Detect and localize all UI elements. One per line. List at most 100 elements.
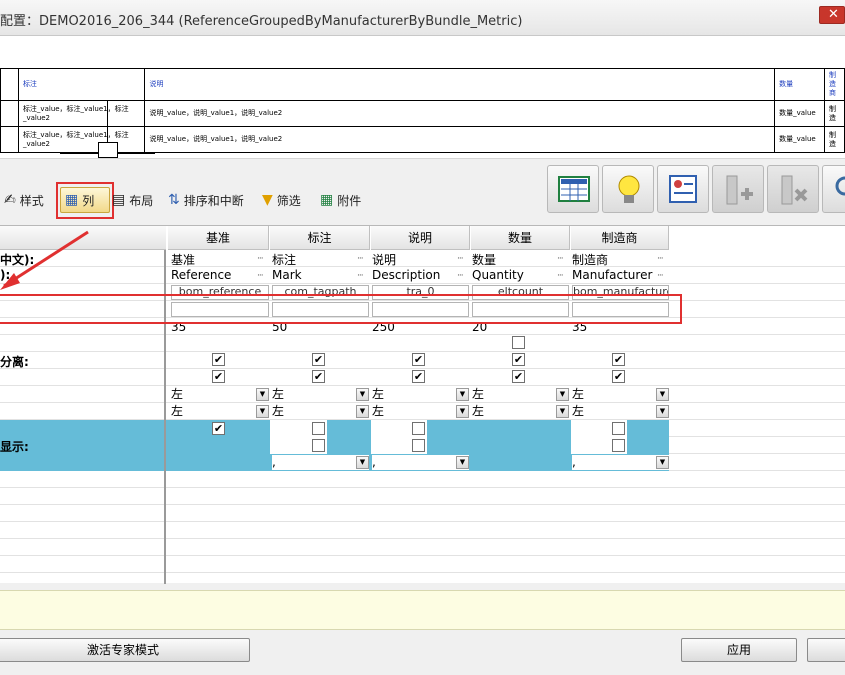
annotation-arrow-icon xyxy=(0,230,89,290)
tab-layout[interactable]: ▤ 布局 xyxy=(112,187,153,213)
preview-table: 标注 说明 数量 制造商 标注_value，标注_value1，标注_value… xyxy=(0,68,845,153)
preview-header-row: 标注 说明 数量 制造商 xyxy=(0,68,845,101)
tab-filter[interactable]: ▼ 筛选 xyxy=(262,187,301,213)
delete-column-button[interactable] xyxy=(767,165,819,213)
more-icon[interactable]: ··· xyxy=(457,254,464,264)
preview-split-marker xyxy=(98,142,118,158)
tab-style[interactable]: ✍ 样式 xyxy=(4,187,44,213)
preview-header-mark: 标注 xyxy=(17,68,146,101)
align-select[interactable]: 左 ▼ xyxy=(572,387,669,402)
column-name-en[interactable]: Manufacturer xyxy=(572,268,652,282)
checkbox[interactable]: ✔ xyxy=(412,370,425,383)
separator-select[interactable]: , ▼ xyxy=(272,455,369,470)
checkbox[interactable] xyxy=(512,336,525,349)
checkbox[interactable]: ✔ xyxy=(312,370,325,383)
separator-select[interactable]: , ▼ xyxy=(372,455,469,470)
column-header[interactable]: 基准 xyxy=(168,226,269,250)
checkbox[interactable]: ✔ xyxy=(612,370,625,383)
chevron-down-icon: ▼ xyxy=(456,456,469,469)
apply-button[interactable]: 应用 xyxy=(681,638,797,662)
preview-cell-mark: 标注_value，标注_value1，标注_value2 xyxy=(17,126,146,153)
more-icon[interactable]: ··· xyxy=(557,271,564,281)
align-select[interactable]: 左 ▼ xyxy=(372,404,469,419)
column-header[interactable]: 数量 xyxy=(471,226,570,250)
column-name-cn[interactable]: 制造商 xyxy=(572,251,608,268)
checkbox[interactable]: ✔ xyxy=(512,353,525,366)
highlight-box xyxy=(0,294,682,324)
checkbox[interactable] xyxy=(412,422,425,435)
align-select[interactable]: 左 ▼ xyxy=(272,404,369,419)
more-icon[interactable]: ··· xyxy=(457,271,464,281)
more-icon[interactable]: ··· xyxy=(257,271,264,281)
checkbox[interactable]: ✔ xyxy=(612,353,625,366)
preview-cell-mark: 标注_value，标注_value1，标注_value2 xyxy=(17,100,146,127)
checkbox[interactable]: ✔ xyxy=(212,422,225,435)
more-icon[interactable]: ··· xyxy=(557,254,564,264)
column-name-en[interactable]: Description xyxy=(372,268,440,282)
checkbox[interactable] xyxy=(612,439,625,452)
more-icon[interactable]: ··· xyxy=(257,254,264,264)
checkbox[interactable] xyxy=(312,422,325,435)
tab-attachment-label: 附件 xyxy=(337,193,362,208)
lightbulb-icon xyxy=(618,175,640,203)
preview-cell-mfr: 制造 xyxy=(823,126,845,153)
checkbox[interactable] xyxy=(312,439,325,452)
style-icon: ✍ xyxy=(4,192,16,208)
preview-row: 标注_value，标注_value1，标注_value2 说明_value，说明… xyxy=(0,126,845,153)
title-bar: 配置：DEMO2016_206_344 (ReferenceGroupedByM… xyxy=(0,0,845,36)
close-button[interactable]: ✕ xyxy=(819,6,845,24)
preview-cell-desc: 说明_value，说明_value1，说明_value2 xyxy=(144,126,776,153)
column-header[interactable]: 制造商 xyxy=(571,226,669,250)
column-name-cn[interactable]: 标注 xyxy=(272,251,296,268)
chevron-down-icon: ▼ xyxy=(356,405,369,418)
checkbox[interactable]: ✔ xyxy=(412,353,425,366)
more-icon[interactable]: ··· xyxy=(357,271,364,281)
checkbox[interactable]: ✔ xyxy=(512,370,525,383)
checkbox[interactable]: ✔ xyxy=(312,353,325,366)
align-select[interactable]: 左 ▼ xyxy=(171,387,269,402)
dialog-button[interactable] xyxy=(807,638,845,662)
search-button[interactable] xyxy=(822,165,845,213)
tab-highlight-box xyxy=(56,182,114,219)
column-header[interactable]: 说明 xyxy=(371,226,470,250)
align-select[interactable]: 左 ▼ xyxy=(272,387,369,402)
column-name-cn[interactable]: 说明 xyxy=(372,251,396,268)
chevron-down-icon: ▼ xyxy=(356,456,369,469)
close-icon: ✕ xyxy=(828,7,839,22)
more-icon[interactable]: ··· xyxy=(657,254,664,264)
separator-select[interactable]: , ▼ xyxy=(572,455,669,470)
preview-header-qty: 数量 xyxy=(774,68,825,101)
more-icon[interactable]: ··· xyxy=(657,271,664,281)
column-name-cn[interactable]: 数量 xyxy=(472,251,496,268)
checkbox[interactable] xyxy=(412,439,425,452)
column-name-en[interactable]: Mark xyxy=(272,268,302,282)
column-name-cn[interactable]: 基准 xyxy=(171,251,195,268)
expert-mode-button[interactable]: 激活专家模式 xyxy=(0,638,250,662)
align-select[interactable]: 左 ▼ xyxy=(372,387,469,402)
bottom-bar: 激活专家模式 应用 xyxy=(0,632,845,675)
table-icon xyxy=(558,176,590,202)
checkbox[interactable]: ✔ xyxy=(212,353,225,366)
align-select[interactable]: 左 ▼ xyxy=(472,387,569,402)
preview-cell-desc: 说明_value，说明_value1，说明_value2 xyxy=(144,100,776,127)
column-header[interactable]: 标注 xyxy=(270,226,370,250)
column-name-en[interactable]: Quantity xyxy=(472,268,524,282)
align-select[interactable]: 左 ▼ xyxy=(171,404,269,419)
preview-cell-qty: 数量_value xyxy=(774,126,825,153)
more-icon[interactable]: ··· xyxy=(357,254,364,264)
tab-sort[interactable]: ⇅ 排序和中断 xyxy=(168,187,244,213)
properties-button[interactable] xyxy=(657,165,709,213)
align-select[interactable]: 左 ▼ xyxy=(472,404,569,419)
add-column-button[interactable] xyxy=(712,165,764,213)
column-name-en[interactable]: Reference xyxy=(171,268,231,282)
chevron-down-icon: ▼ xyxy=(256,405,269,418)
tab-attachment[interactable]: ▦ 附件 xyxy=(320,187,361,213)
checkbox[interactable] xyxy=(612,422,625,435)
table-button[interactable] xyxy=(547,165,599,213)
chevron-down-icon: ▼ xyxy=(656,456,669,469)
align-select[interactable]: 左 ▼ xyxy=(572,404,669,419)
tip-button[interactable] xyxy=(602,165,654,213)
preview-row: 标注_value，标注_value1，标注_value2 说明_value，说明… xyxy=(0,100,845,127)
attachment-icon: ▦ xyxy=(320,192,334,208)
checkbox[interactable]: ✔ xyxy=(212,370,225,383)
